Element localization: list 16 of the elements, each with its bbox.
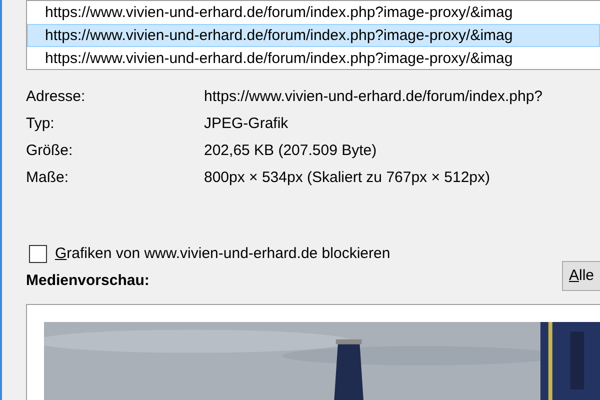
list-item[interactable]: https://www.vivien-und-erhard.de/forum/index.php?image-proxy/&imag: [27, 24, 600, 47]
property-value: JPEG-Grafik: [204, 115, 290, 133]
list-item[interactable]: https://www.vivien-und-erhard.de/forum/index.php?image-proxy/&imag: [27, 1, 600, 24]
property-label: Größe:: [26, 142, 74, 160]
property-value: 800px × 534px (Skaliert zu 767px × 512px): [204, 169, 492, 187]
section-heading: Medienvorschau:: [26, 270, 150, 290]
property-value: 202,65 KB (207.509 Byte): [204, 142, 378, 160]
property-label: Maße:: [26, 169, 70, 187]
property-value: https://www.vivien-und-erhard.de/forum/index.php?: [204, 88, 544, 106]
list-item[interactable]: https://www.vivien-und-erhard.de/forum/index.php?image-proxy/&imag: [27, 47, 600, 69]
checkbox[interactable]: [29, 245, 47, 264]
save-button[interactable]: Alle: [562, 260, 600, 291]
address-list[interactable]: https://www.vivien-und-erhard.de/forum/index.php?image-proxy/&imag https://www.vivien-und-erhard.de/forum/index.php?image-proxy/&imag https://www.vivien-und-erhard.de/forum/index.php?image-proxy/&imag: [26, 0, 600, 70]
property-label: Typ:: [26, 115, 56, 133]
checkbox-label[interactable]: Grafiken von www.vivien-und-erhard.de blockieren: [55, 243, 390, 266]
property-label: Adresse:: [26, 88, 86, 106]
